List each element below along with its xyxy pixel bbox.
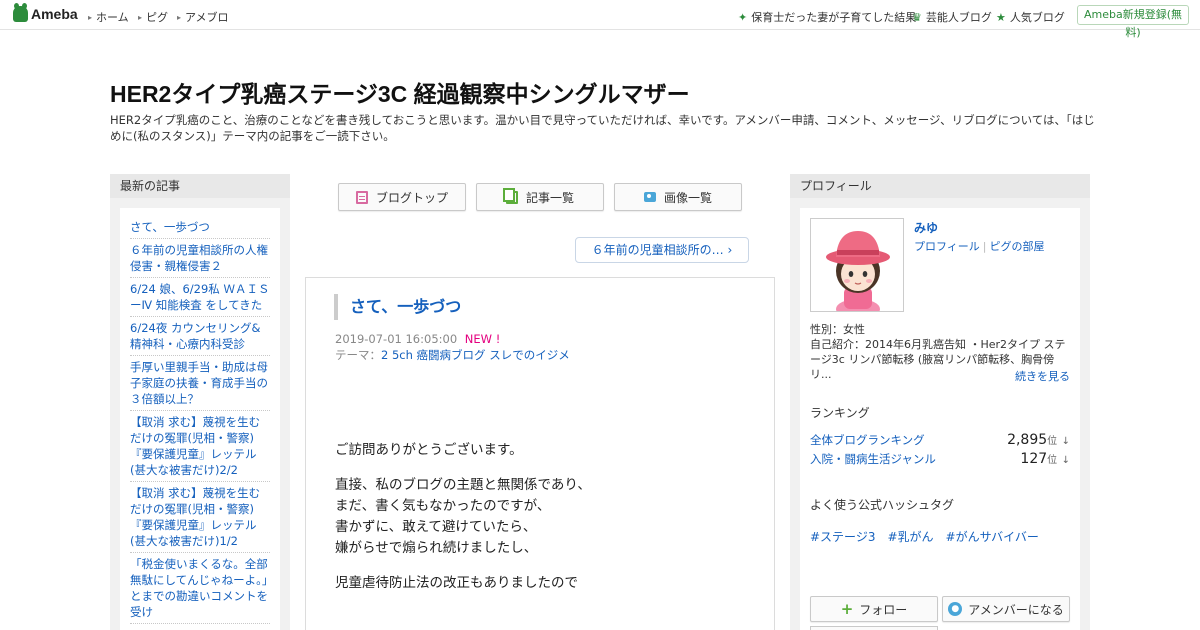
hashtag-link[interactable]: #がんサバイバー	[946, 528, 1039, 545]
hashtag-list: #ステージ3 #乳がん #がんサバイバー	[810, 528, 1039, 545]
recent-entry-link[interactable]: 【取消 求む】蔑視を生むだけの冤罪(児相・警察)『要保護児童』レッテル(甚大な被…	[130, 411, 270, 482]
profile-more-link[interactable]: 続きを見る	[1015, 368, 1070, 384]
article: さて、一歩づつ 2019-07-01 16:05:00 NEW ! テーマ：2 …	[305, 277, 775, 630]
chat-icon: ●	[948, 602, 963, 616]
star-icon: ★	[996, 10, 1006, 24]
header-link-popular-blog[interactable]: ★ 人気ブログ	[996, 9, 1065, 25]
profile-name[interactable]: みゆ	[914, 219, 938, 236]
ranking-value: 2,895位 ↓	[1007, 432, 1070, 448]
entry-datetime: 2019-07-01 16:05:00	[335, 332, 458, 346]
recent-entries-heading: 最新の記事	[110, 174, 290, 198]
avatar[interactable]	[810, 218, 904, 312]
recent-entry-link[interactable]: 【取消 求む】蔑視を生むだけの冤罪(児相・警察)『要保護児童』レッテル(甚大な被…	[130, 482, 270, 553]
more-action-button[interactable]	[810, 626, 938, 630]
nav-pigg[interactable]: ▸ ピグ	[138, 9, 168, 25]
global-header: Ameba ▸ ホーム ▸ ピグ ▸ アメブロ ✦ 保育士だった妻が子育てした結…	[0, 0, 1200, 39]
new-badge: NEW !	[464, 332, 501, 346]
ranking-row: 入院・闘病生活ジャンル 127位 ↓	[810, 451, 1070, 467]
hashtag-link[interactable]: #ステージ3	[810, 528, 875, 545]
recent-entry-link[interactable]: 「税金使いまくるな。全部無駄にしてんじゃねーよ。」とまでの勘違いコメントを受け	[130, 553, 270, 624]
link-separator: |	[982, 240, 987, 253]
profile-heading: プロフィール	[790, 174, 1090, 198]
recent-entry-link[interactable]: 6/24夜 カウンセリング&精神科・心療内科受診	[130, 317, 270, 356]
blog-description: HER2タイプ乳癌のこと、治療のことなどを書き残しておこうと思います。温かい目で…	[110, 113, 1095, 143]
signup-button[interactable]: Ameba新規登録(無料)	[1077, 5, 1189, 39]
ameba-logo-icon	[13, 3, 28, 22]
entry-theme-link[interactable]: 2 5ch 癌闘病ブログ スレでのイジメ	[381, 348, 570, 362]
entry-paragraph: 児童虐待防止法の改正もありましたので	[335, 575, 578, 591]
camera-icon	[643, 192, 656, 202]
recent-entries-list: さて、一歩づつ ６年前の児童相談所の人権侵害・親権侵害２ 6/24 娘、6/29…	[120, 208, 280, 630]
avatar-illustration	[811, 219, 903, 311]
hashtag-link[interactable]: #乳がん	[887, 528, 933, 545]
nav-home[interactable]: ▸ ホーム	[88, 9, 129, 25]
blog-top-button[interactable]: ブログトップ	[338, 183, 466, 211]
recent-entry-link[interactable]: 手厚い里親手当・助成は母子家庭の扶養・育成手当の３倍額以上？	[130, 356, 270, 411]
plus-icon: +	[840, 600, 854, 618]
nav-ameblo[interactable]: ▸ アメブロ	[177, 9, 228, 25]
ranking-genre-link[interactable]: 入院・闘病生活ジャンル	[810, 451, 936, 467]
ranking-overall-link[interactable]: 全体ブログランキング	[810, 432, 925, 448]
chevron-right-icon: ▸	[138, 12, 143, 22]
recent-entries-panel: さて、一歩づつ ６年前の児童相談所の人権侵害・親権侵害２ 6/24 娘、6/29…	[110, 198, 290, 630]
header-link-celebrity-blog[interactable]: ♛ 芸能人ブログ	[912, 9, 992, 25]
entry-title[interactable]: さて、一歩づつ	[334, 294, 461, 320]
entry-paragraph: 直接、私のブログの主題と無関係であり、 まだ、書く気もなかったのですが、 書かず…	[335, 477, 591, 556]
profile-gender: 性別：女性	[810, 323, 865, 336]
copy-icon	[502, 187, 518, 204]
entry-paragraph: ご訪問ありがとうございます。	[335, 442, 523, 458]
arrow-down-icon: ↓	[1061, 455, 1070, 466]
hashtag-heading: よく使う公式ハッシュタグ	[810, 498, 955, 512]
profile-panel: みゆ プロフィール | ピグの部屋 性別：女性 自己紹介：2014年6月乳癌告知 ・…	[790, 198, 1090, 630]
follow-button[interactable]: + フォロー	[810, 596, 938, 622]
theme-label: テーマ：	[335, 348, 381, 362]
arrow-down-icon: ↓	[1061, 436, 1070, 447]
entry-list-button[interactable]: 記事一覧	[476, 183, 604, 211]
amember-button[interactable]: ● アメンバーになる	[942, 596, 1070, 622]
chevron-right-icon: ▸	[177, 12, 182, 22]
recent-entry-link[interactable]: さて、一歩づつ	[130, 216, 270, 239]
header-link-featured[interactable]: ✦ 保育士だった妻が子育てした結果	[738, 9, 916, 25]
ranking-heading: ランキング	[810, 406, 870, 420]
ranking-value: 127位 ↓	[1020, 451, 1070, 467]
recent-entry-link[interactable]: 6/24 娘、6/29私 ＷＡＩＳーⅣ 知能検査 をしてきた	[130, 278, 270, 317]
chevron-right-icon: ▸	[88, 12, 93, 22]
entry-body: ご訪問ありがとうございます。 直接、私のブログの主題と無関係であり、 まだ、書く…	[335, 440, 755, 608]
crown-icon: ♛	[912, 10, 922, 24]
document-icon	[355, 190, 368, 204]
sparkle-icon: ✦	[738, 10, 748, 24]
pigg-room-link[interactable]: ピグの部屋	[990, 240, 1045, 253]
chevron-right-icon: ›	[727, 243, 733, 257]
blog-title[interactable]: HER2タイプ乳癌ステージ3C 経過観察中シングルマザー	[110, 75, 1090, 109]
ranking-row: 全体ブログランキング 2,895位 ↓	[810, 432, 1070, 448]
profile-link[interactable]: プロフィール	[914, 240, 980, 253]
image-list-button[interactable]: 画像一覧	[614, 183, 742, 211]
recent-entry-link[interactable]: ６年前の児童相談所の人権侵害・親権侵害２	[130, 239, 270, 278]
next-entry-link[interactable]: ６年前の児童相談所の… ›	[575, 237, 749, 263]
entry-meta: 2019-07-01 16:05:00 NEW ! テーマ：2 5ch 癌闘病ブ…	[335, 331, 570, 363]
ameba-logo[interactable]: Ameba	[13, 3, 78, 22]
